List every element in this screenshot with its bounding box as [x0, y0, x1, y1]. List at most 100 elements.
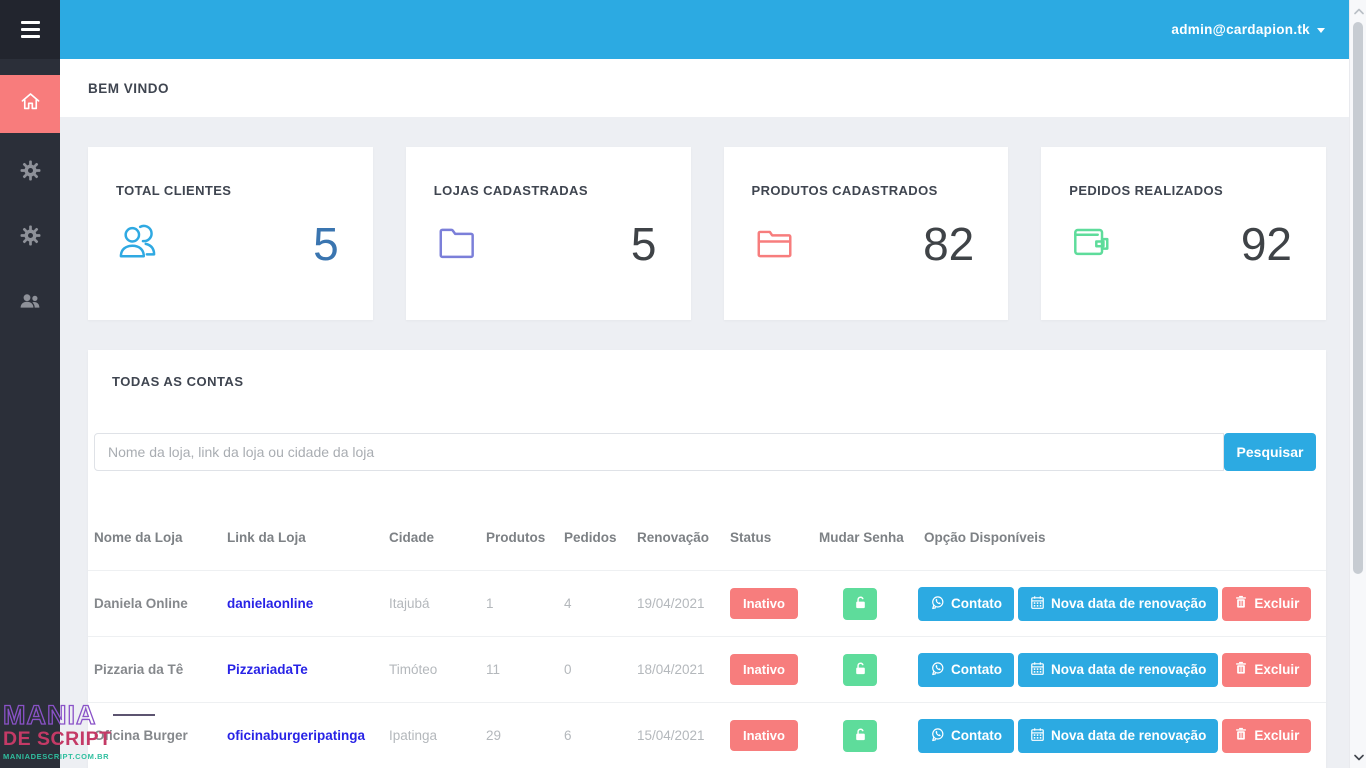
contact-button[interactable]: Contato: [918, 653, 1014, 687]
vertical-scrollbar[interactable]: [1349, 0, 1366, 768]
sidebar-item-home[interactable]: [0, 75, 60, 133]
change-password-button[interactable]: [843, 720, 877, 752]
store-products: 11: [480, 662, 558, 677]
store-orders: 0: [558, 662, 631, 677]
whatsapp-icon: [930, 727, 945, 745]
store-name: Oficina Burger: [88, 728, 221, 743]
unlock-icon: [853, 661, 868, 679]
col-header-status: Status: [724, 530, 813, 545]
col-header-renovacao: Renovação: [631, 530, 724, 545]
store-renewal: 18/04/2021: [631, 662, 724, 677]
trash-icon: [1234, 595, 1248, 612]
store-city: Ipatinga: [383, 728, 480, 743]
status-badge: Inativo: [730, 588, 798, 619]
accounts-panel: TODAS AS CONTAS Pesquisar Nome da Loja L…: [88, 350, 1326, 768]
unlock-icon: [853, 595, 868, 613]
status-badge: Inativo: [730, 720, 798, 751]
row-actions: Contato: [918, 653, 1326, 687]
store-name: Daniela Online: [88, 596, 221, 611]
row-actions: Contato: [918, 719, 1326, 753]
col-header-link: Link da Loja: [221, 530, 383, 545]
menu-toggle-button[interactable]: [0, 0, 60, 59]
scroll-up-icon[interactable]: [1350, 3, 1366, 19]
col-header-produtos: Produtos: [480, 530, 558, 545]
delete-button[interactable]: Excluir: [1222, 587, 1311, 621]
table-row: Pizzaria da Tê PizzariadaTe Timóteo 11 0…: [88, 637, 1326, 703]
col-header-nome: Nome da Loja: [88, 530, 221, 545]
whatsapp-icon: [930, 595, 945, 613]
search-button[interactable]: Pesquisar: [1224, 433, 1316, 471]
wallet-icon: [1069, 220, 1115, 267]
table-row: Daniela Online danielaonline Itajubá 1 4…: [88, 571, 1326, 637]
contact-button[interactable]: Contato: [918, 587, 1014, 621]
welcome-bar: BEM VINDO: [60, 59, 1349, 117]
col-header-pedidos: Pedidos: [558, 530, 631, 545]
users-icon: [18, 289, 42, 318]
calendar-icon: [1030, 727, 1045, 745]
main-content: TOTAL CLIENTES 5 LOJAS CADASTRADAS: [60, 117, 1349, 768]
stat-value: 82: [923, 221, 974, 267]
store-renewal: 19/04/2021: [631, 596, 724, 611]
store-link[interactable]: danielaonline: [227, 596, 313, 611]
accounts-table: Nome da Loja Link da Loja Cidade Produto…: [88, 505, 1326, 768]
scroll-down-icon[interactable]: [1350, 749, 1366, 765]
store-city: Itajubá: [383, 596, 480, 611]
gear-icon: [19, 224, 42, 252]
unlock-icon: [853, 727, 868, 745]
stat-label: PRODUTOS CADASTRADOS: [752, 183, 981, 198]
store-products: 1: [480, 596, 558, 611]
stat-label: LOJAS CADASTRADAS: [434, 183, 663, 198]
search-row: Pesquisar: [94, 433, 1316, 471]
stat-value: 5: [631, 221, 657, 267]
calendar-icon: [1030, 595, 1045, 613]
stat-card-produtos-cadastrados: PRODUTOS CADASTRADOS 82: [724, 147, 1009, 320]
stat-value: 5: [313, 221, 339, 267]
store-orders: 4: [558, 596, 631, 611]
store-link[interactable]: oficinaburgeripatinga: [227, 728, 365, 743]
users-outline-icon: [116, 220, 163, 267]
renew-date-button[interactable]: Nova data de renovação: [1018, 719, 1218, 753]
stat-label: TOTAL CLIENTES: [116, 183, 345, 198]
col-header-mudar-senha: Mudar Senha: [813, 530, 918, 545]
sidebar-item-users[interactable]: [0, 274, 60, 332]
chevron-down-icon: [1317, 28, 1325, 33]
accounts-title: TODAS AS CONTAS: [88, 350, 1326, 389]
topbar: admin@cardapion.tk: [60, 0, 1349, 59]
scrollbar-thumb[interactable]: [1353, 22, 1363, 574]
store-name: Pizzaria da Tê: [88, 662, 221, 677]
stat-card-pedidos-realizados: PEDIDOS REALIZADOS 92: [1041, 147, 1326, 320]
delete-button[interactable]: Excluir: [1222, 719, 1311, 753]
folder-open-icon: [752, 220, 798, 267]
contact-button[interactable]: Contato: [918, 719, 1014, 753]
store-link[interactable]: PizzariadaTe: [227, 662, 308, 677]
status-badge: Inativo: [730, 654, 798, 685]
sidebar-item-settings-2[interactable]: [0, 209, 60, 267]
col-header-opcoes: Opção Disponíveis: [918, 530, 1326, 545]
col-header-cidade: Cidade: [383, 530, 480, 545]
renew-date-button[interactable]: Nova data de renovação: [1018, 587, 1218, 621]
user-dropdown[interactable]: admin@cardapion.tk: [1171, 22, 1325, 37]
delete-button[interactable]: Excluir: [1222, 653, 1311, 687]
row-actions: Contato: [918, 587, 1326, 621]
whatsapp-icon: [930, 661, 945, 679]
table-header-row: Nome da Loja Link da Loja Cidade Produto…: [88, 505, 1326, 571]
search-input[interactable]: [94, 433, 1224, 471]
store-city: Timóteo: [383, 662, 480, 677]
stat-card-total-clientes: TOTAL CLIENTES 5: [88, 147, 373, 320]
stat-label: PEDIDOS REALIZADOS: [1069, 183, 1298, 198]
sidebar-item-settings[interactable]: [0, 144, 60, 202]
change-password-button[interactable]: [843, 588, 877, 620]
stat-value: 92: [1241, 221, 1292, 267]
sidebar: [0, 0, 60, 768]
page-title: BEM VINDO: [88, 81, 169, 96]
change-password-button[interactable]: [843, 654, 877, 686]
renew-date-button[interactable]: Nova data de renovação: [1018, 653, 1218, 687]
folder-icon: [434, 220, 480, 267]
store-renewal: 15/04/2021: [631, 728, 724, 743]
gear-icon: [19, 159, 42, 187]
user-email: admin@cardapion.tk: [1171, 22, 1310, 37]
table-row: Oficina Burger oficinaburgeripatinga Ipa…: [88, 703, 1326, 768]
trash-icon: [1234, 727, 1248, 744]
stat-cards: TOTAL CLIENTES 5 LOJAS CADASTRADAS: [88, 147, 1326, 320]
home-icon: [19, 90, 42, 118]
